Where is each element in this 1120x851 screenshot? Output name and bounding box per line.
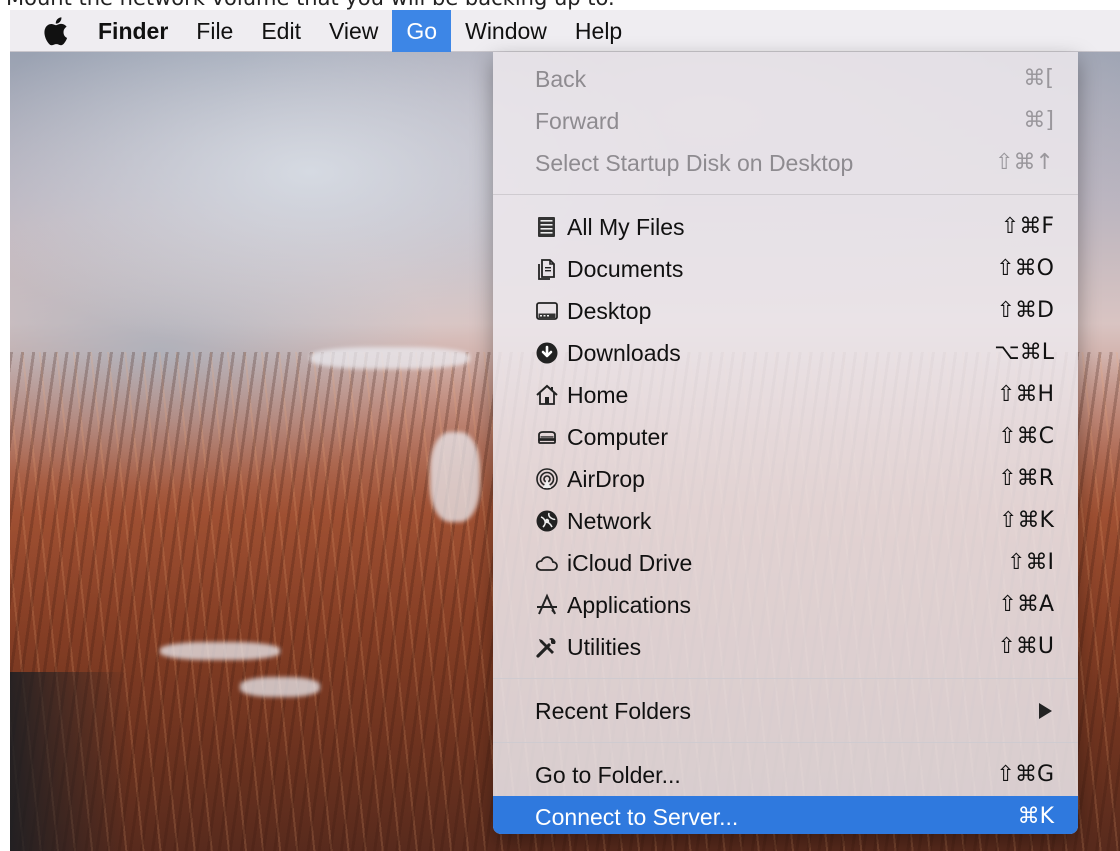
- menu-item-applications[interactable]: Applications ⇧⌘A: [493, 584, 1078, 626]
- menu-item-shortcut: ⇧⌘U: [997, 634, 1054, 659]
- menu-item-shortcut: ⇧⌘H: [997, 382, 1054, 407]
- menu-bar: Finder File Edit View Go Window Help: [10, 10, 1120, 52]
- menu-item-downloads[interactable]: Downloads ⌥⌘L: [493, 332, 1078, 374]
- menu-item-label: iCloud Drive: [567, 550, 693, 576]
- menu-item-label: Utilities: [567, 634, 642, 660]
- all-my-files-icon: [535, 215, 559, 239]
- menu-item-shortcut: ⌘K: [1017, 804, 1054, 829]
- utilities-icon: [535, 635, 559, 659]
- menu-item-shortcut: ⌥⌘L: [994, 340, 1054, 365]
- menu-file[interactable]: File: [182, 10, 247, 52]
- menu-item-shortcut: ⇧⌘D: [996, 298, 1054, 323]
- menu-separator: [493, 194, 1078, 195]
- network-icon: [535, 509, 559, 533]
- menu-item-home[interactable]: Home ⇧⌘H: [493, 374, 1078, 416]
- menu-item-label: Computer: [567, 424, 668, 450]
- menu-item-label: Go to Folder...: [535, 762, 681, 788]
- menu-item-label: All My Files: [567, 214, 685, 240]
- wallpaper-snow-patch: [430, 432, 480, 522]
- icloud-icon: [535, 551, 559, 575]
- menu-item-shortcut: ⇧⌘O: [996, 256, 1054, 281]
- menu-separator: [493, 678, 1078, 679]
- menu-item-network[interactable]: Network ⇧⌘K: [493, 500, 1078, 542]
- menu-item-label: Downloads: [567, 340, 681, 366]
- menu-item-shortcut: ⌘]: [1023, 108, 1054, 133]
- menu-item-go-to-folder[interactable]: Go to Folder... ⇧⌘G: [493, 754, 1078, 796]
- menu-edit[interactable]: Edit: [247, 10, 315, 52]
- desktop-icon: [535, 299, 559, 323]
- wallpaper-snow-patch: [310, 347, 470, 369]
- menu-item-label: Desktop: [567, 298, 652, 324]
- menu-finder[interactable]: Finder: [98, 10, 182, 52]
- menu-item-shortcut: ⇧⌘G: [996, 762, 1054, 787]
- menu-item-airdrop[interactable]: AirDrop ⇧⌘R: [493, 458, 1078, 500]
- menu-item-label: Documents: [567, 256, 684, 282]
- menu-help[interactable]: Help: [561, 10, 636, 52]
- menu-item-label: Home: [567, 382, 629, 408]
- menu-window[interactable]: Window: [451, 10, 561, 52]
- downloads-icon: [535, 341, 559, 365]
- menu-item-shortcut: ⌘[: [1023, 66, 1054, 91]
- menu-item-shortcut: ⇧⌘R: [998, 466, 1054, 491]
- computer-icon: [535, 425, 559, 449]
- menu-item-shortcut: ⇧⌘↑: [995, 150, 1054, 175]
- menu-item-shortcut: ⇧⌘A: [998, 592, 1054, 617]
- menu-item-desktop[interactable]: Desktop ⇧⌘D: [493, 290, 1078, 332]
- wallpaper-snow-patch: [160, 642, 280, 660]
- home-icon: [535, 383, 559, 407]
- menu-item-label: Connect to Server...: [535, 804, 739, 830]
- menu-separator: [493, 742, 1078, 743]
- menu-item-label: Forward: [535, 108, 620, 134]
- applications-icon: [535, 593, 559, 617]
- menu-item-select-startup-disk: Select Startup Disk on Desktop ⇧⌘↑: [493, 142, 1078, 184]
- go-menu-dropdown: Back ⌘[ Forward ⌘] Select Startup Disk o…: [493, 52, 1078, 834]
- menu-item-label: Recent Folders: [535, 698, 691, 724]
- wallpaper-snow-patch: [240, 677, 320, 697]
- documents-icon: [535, 257, 559, 281]
- menu-item-back: Back ⌘[: [493, 58, 1078, 100]
- menu-item-shortcut: ⇧⌘F: [1000, 214, 1054, 239]
- menu-item-forward: Forward ⌘]: [493, 100, 1078, 142]
- screenshot-root: Mount the network volume that you will b…: [0, 0, 1120, 851]
- submenu-arrow-icon: [1039, 703, 1052, 719]
- menu-item-label: Back: [535, 66, 587, 92]
- menu-item-shortcut: ⇧⌘C: [998, 424, 1054, 449]
- menu-item-icloud-drive[interactable]: iCloud Drive ⇧⌘I: [493, 542, 1078, 584]
- menu-item-recent-folders[interactable]: Recent Folders: [493, 690, 1078, 732]
- menu-item-documents[interactable]: Documents ⇧⌘O: [493, 248, 1078, 290]
- menu-item-all-my-files[interactable]: All My Files ⇧⌘F: [493, 206, 1078, 248]
- wallpaper-shadow: [10, 672, 130, 851]
- menu-item-label: Network: [567, 508, 652, 534]
- menu-item-shortcut: ⇧⌘K: [999, 508, 1054, 533]
- menu-view[interactable]: View: [315, 10, 392, 52]
- menu-item-utilities[interactable]: Utilities ⇧⌘U: [493, 626, 1078, 668]
- airdrop-icon: [535, 467, 559, 491]
- menu-item-label: Applications: [567, 592, 692, 618]
- menu-go[interactable]: Go: [392, 10, 452, 52]
- instruction-caption: Mount the network volume that you will b…: [0, 0, 1120, 10]
- menu-item-connect-to-server[interactable]: Connect to Server... ⌘K: [493, 796, 1078, 834]
- menu-item-label: AirDrop: [567, 466, 645, 492]
- menu-item-computer[interactable]: Computer ⇧⌘C: [493, 416, 1078, 458]
- menu-item-label: Select Startup Disk on Desktop: [535, 150, 854, 176]
- apple-logo-icon[interactable]: [42, 16, 68, 46]
- menu-item-shortcut: ⇧⌘I: [1007, 550, 1054, 575]
- mac-screen: Finder File Edit View Go Window Help Bac…: [10, 10, 1120, 851]
